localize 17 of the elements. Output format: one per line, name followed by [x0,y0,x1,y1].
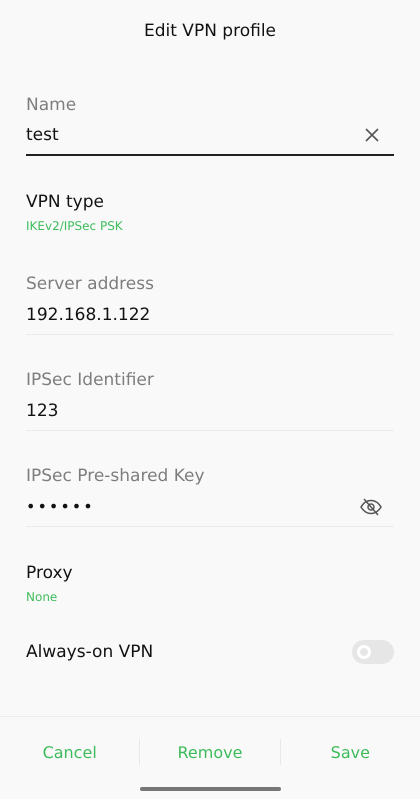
clear-icon[interactable] [364,127,380,143]
setting-value: None [26,590,58,604]
password-field[interactable]: •••••• [26,487,394,527]
setting-title[interactable]: Proxy [26,561,394,585]
toggle-switch[interactable] [352,640,394,664]
setting-title: Always-on VPN [26,641,154,664]
field-label: Name [26,94,78,116]
field-label: IPSec Identifier [26,369,155,391]
setting-title[interactable]: VPN type [26,190,394,214]
text-field[interactable]: 192.168.1.122 [26,295,394,335]
text-field[interactable]: test [26,116,394,156]
page-title: Edit VPN profile [142,20,278,43]
field-label: Server address [26,273,155,295]
setting-value: IKEv2/IPSec PSK [26,219,124,233]
eye-off-icon[interactable] [360,498,382,516]
field-label: IPSec Pre-shared Key [26,465,206,487]
text-field[interactable]: 123 [26,391,394,431]
